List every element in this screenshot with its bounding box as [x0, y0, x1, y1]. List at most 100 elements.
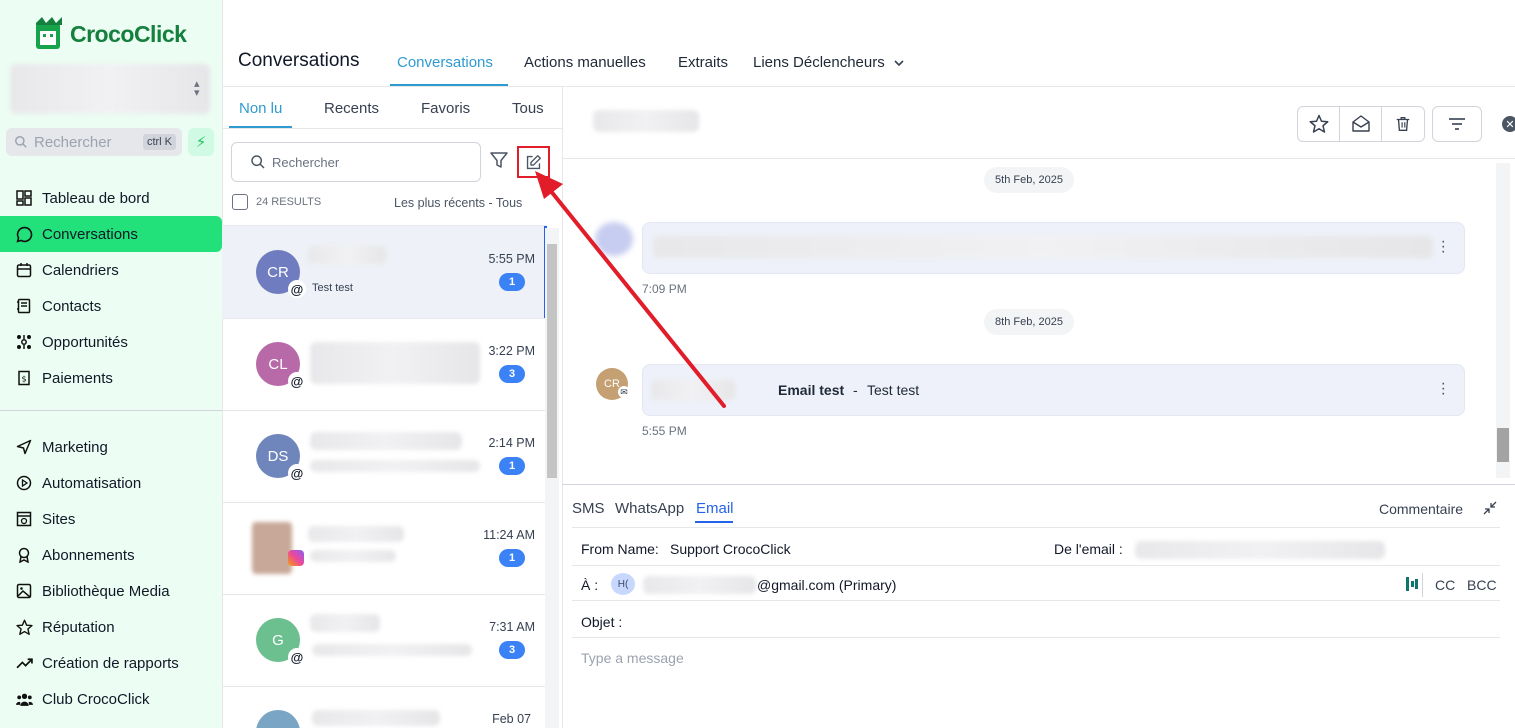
payments-icon: $ [14, 368, 34, 388]
composer-tab-email[interactable]: Email [696, 500, 734, 517]
conversation-row[interactable]: CR @ Test test 5:55 PM 1 [222, 226, 547, 319]
sidebar: CrocoClick ▴ ▾ Rechercher ctrl K ⚡ Tablea… [0, 0, 223, 728]
preview-redacted [312, 644, 472, 656]
sites-icon [14, 509, 34, 529]
sidebar-item-opportunities[interactable]: Opportunités [0, 324, 222, 360]
date-separator: 5th Feb, 2025 [984, 167, 1074, 193]
sort-dropdown[interactable]: Les plus récents - Tous [394, 196, 522, 210]
composer-divider [562, 484, 1515, 485]
search-icon [15, 136, 27, 148]
cc-button[interactable]: CC [1435, 577, 1455, 593]
conversation-row[interactable]: DS @ 2:14 PM 1 [222, 410, 545, 503]
account-switcher[interactable] [10, 64, 210, 114]
filter-tab-recents[interactable]: Recents [324, 100, 379, 117]
preview-redacted [310, 550, 396, 562]
more-vertical-icon[interactable]: · · · [1441, 376, 1446, 402]
unread-badge: 3 [499, 641, 525, 659]
sidebar-divider [0, 410, 222, 411]
detail-header-divider [562, 158, 1515, 159]
sidebar-item-reputation[interactable]: Réputation [0, 609, 222, 645]
mark-read-button[interactable] [1339, 106, 1383, 142]
from-name-value[interactable]: Support CrocoClick [670, 541, 791, 557]
logo-text: CrocoClick [70, 20, 187, 47]
conversation-row[interactable]: 11:24 AM 1 [222, 502, 545, 595]
filter-icon[interactable] [489, 150, 511, 172]
avatar [256, 710, 300, 728]
sidebar-search[interactable]: Rechercher ctrl K [6, 128, 182, 156]
conversation-search-input[interactable]: Rechercher [231, 142, 481, 182]
more-vertical-icon[interactable]: · · · [1441, 234, 1446, 260]
filter-tab-favorites[interactable]: Favoris [421, 100, 470, 117]
sidebar-item-label: Sites [42, 510, 76, 528]
contact-name-redacted [308, 246, 386, 264]
sidebar-item-calendars[interactable]: Calendriers [0, 252, 222, 288]
sidebar-item-automation[interactable]: Automatisation [0, 465, 222, 501]
conversation-row[interactable]: Feb 07 [222, 686, 545, 728]
avatar-photo [252, 522, 292, 574]
sidebar-item-dashboard[interactable]: Tableau de bord [0, 180, 222, 216]
row-time: 11:24 AM [483, 528, 535, 542]
to-label: À : [581, 577, 599, 593]
message-input[interactable]: Type a message [581, 650, 684, 666]
sidebar-item-label: Paiements [42, 369, 113, 387]
contacts-icon [14, 296, 34, 316]
tab-manual-actions[interactable]: Actions manuelles [524, 54, 646, 71]
sidebar-item-community[interactable]: Club CrocoClick [0, 681, 222, 717]
tab-snippets[interactable]: Extraits [678, 54, 728, 71]
sidebar-item-conversations[interactable]: Conversations [0, 216, 222, 252]
chevron-updown-icon[interactable]: ▴ ▾ [194, 79, 200, 99]
envelope-open-icon [1352, 115, 1370, 132]
contact-name-redacted [310, 432, 462, 450]
sidebar-item-sites[interactable]: Sites [0, 501, 222, 537]
sidebar-item-payments[interactable]: $ Paiements [0, 360, 222, 396]
conversation-row[interactable]: CL @ 3:22 PM 3 [222, 318, 545, 411]
sidebar-item-contacts[interactable]: Contacts [0, 288, 222, 324]
tab-conversations[interactable]: Conversations [397, 54, 493, 71]
filter-tab-unread[interactable]: Non lu [239, 100, 282, 117]
sidebar-item-marketing[interactable]: Marketing [0, 429, 222, 465]
list-scrollbar-thumb[interactable] [547, 244, 557, 478]
row-time: 2:14 PM [488, 436, 535, 450]
row-time: 5:55 PM [488, 252, 535, 266]
unread-badge: 1 [499, 273, 525, 291]
sidebar-item-label: Abonnements [42, 546, 135, 564]
messages-scrollbar-thumb[interactable] [1497, 428, 1509, 462]
filter-tab-all[interactable]: Tous [512, 100, 544, 117]
comment-tab[interactable]: Commentaire [1379, 501, 1463, 517]
delete-button[interactable] [1381, 106, 1425, 142]
calendar-icon [14, 260, 34, 280]
subject-label: Objet : [581, 614, 623, 630]
unread-badge: 1 [499, 549, 525, 567]
select-all-checkbox[interactable] [232, 194, 248, 210]
from-email-redacted[interactable] [1135, 541, 1385, 559]
media-icon [14, 581, 34, 601]
composer-tab-sms[interactable]: SMS [572, 500, 605, 517]
composer-tab-whatsapp[interactable]: WhatsApp [615, 500, 684, 517]
filter-lines-icon [1449, 118, 1465, 130]
quick-action-bolt-icon[interactable]: ⚡ [188, 128, 214, 156]
logo[interactable]: CrocoClick [34, 16, 194, 52]
bcc-button[interactable]: BCC [1467, 577, 1497, 593]
opportunities-icon [14, 332, 34, 352]
favorite-button[interactable] [1297, 106, 1341, 142]
membership-icon [14, 545, 34, 565]
sidebar-item-label: Création de rapports [42, 654, 179, 672]
row-time: 3:22 PM [488, 344, 535, 358]
page-title: Conversations [238, 50, 360, 71]
close-panel-icon[interactable]: ✕ [1502, 116, 1515, 132]
sidebar-item-media-library[interactable]: Bibliothèque Media [0, 573, 222, 609]
collapse-icon[interactable] [1483, 501, 1499, 517]
recipient-email-value[interactable]: @gmail.com (Primary) [757, 577, 896, 593]
recipient-chip: H( [611, 573, 635, 595]
sidebar-item-memberships[interactable]: Abonnements [0, 537, 222, 573]
filter-messages-button[interactable] [1432, 106, 1482, 142]
email-channel-icon: @ [288, 372, 306, 390]
edit-icon [526, 154, 541, 169]
conversation-row[interactable]: G @ 7:31 AM 3 [222, 594, 545, 687]
tab-trigger-links[interactable]: Liens Déclencheurs [753, 54, 905, 71]
date-separator: 8th Feb, 2025 [984, 309, 1074, 335]
recipient-email-redacted [643, 576, 756, 594]
sidebar-item-reporting[interactable]: Création de rapports [0, 645, 222, 681]
template-icon[interactable] [1406, 576, 1418, 592]
compose-new-message-button[interactable] [517, 146, 550, 178]
